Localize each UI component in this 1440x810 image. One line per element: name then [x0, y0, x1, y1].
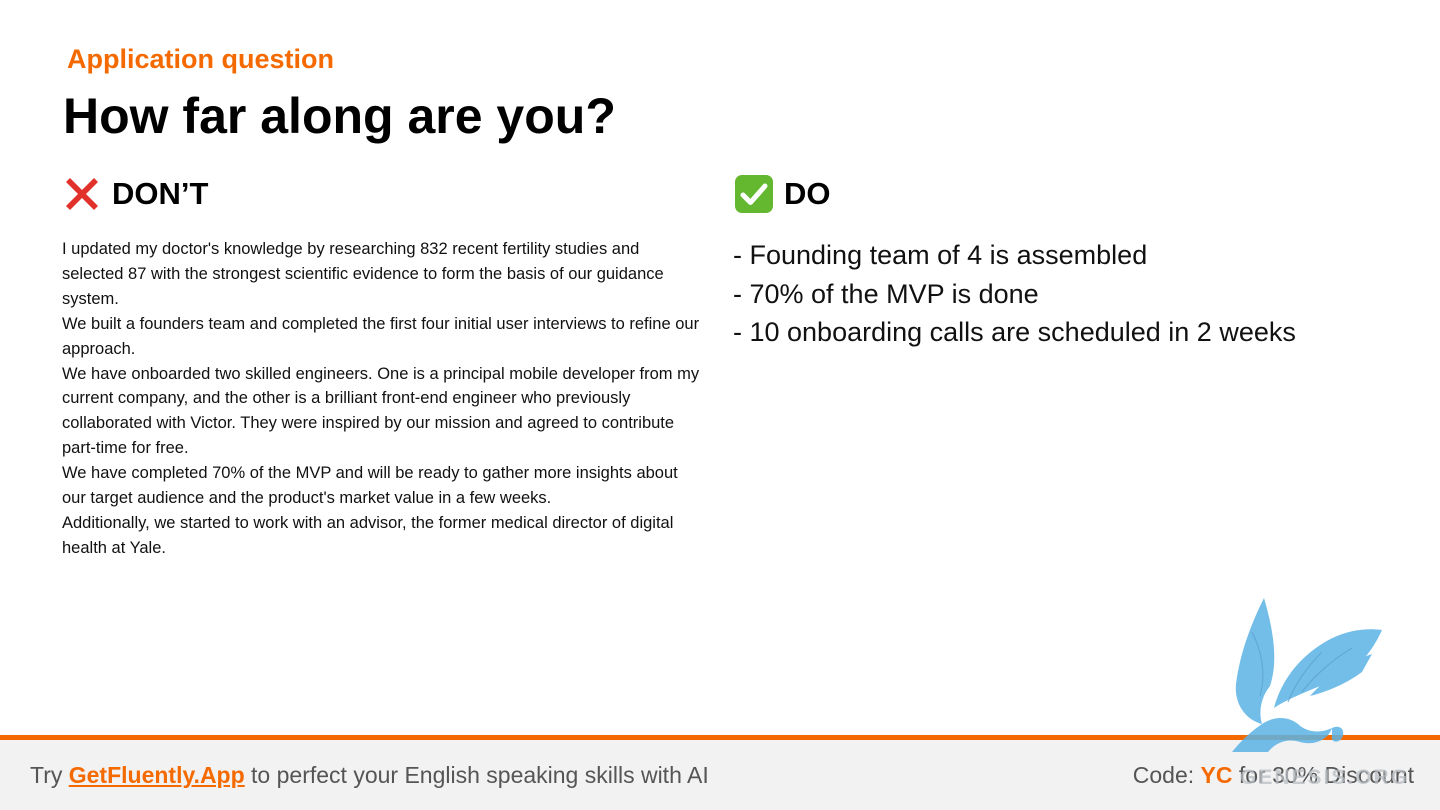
dont-paragraph: I updated my doctor's knowledge by resea…: [62, 240, 664, 308]
list-item: - 10 onboarding calls are scheduled in 2…: [733, 317, 1296, 347]
getfluently-link[interactable]: GetFluently.App: [69, 762, 245, 788]
do-heading: DO: [734, 172, 831, 216]
discount-code: YC: [1200, 762, 1233, 788]
do-heading-label: DO: [784, 176, 831, 211]
footer-suffix: to perfect your English speaking skills …: [244, 762, 709, 788]
dont-paragraph: We have completed 70% of the MVP and wil…: [62, 464, 678, 508]
dont-example-text: I updated my doctor's knowledge by resea…: [62, 237, 702, 561]
dont-paragraph: We have onboarded two skilled engineers.…: [62, 364, 700, 458]
footer-promo: Try GetFluently.App to perfect your Engl…: [30, 760, 709, 790]
dont-heading: DON’T: [62, 172, 208, 216]
dont-paragraph: Additionally, we started to work with an…: [62, 513, 674, 557]
do-list: - Founding team of 4 is assembled - 70% …: [733, 236, 1393, 352]
check-mark-icon: [734, 174, 774, 214]
cross-mark-icon: [62, 174, 102, 214]
list-item: - Founding team of 4 is assembled: [733, 240, 1148, 270]
list-item: - 70% of the MVP is done: [733, 278, 1039, 309]
griffin-logo-icon: [1222, 592, 1392, 762]
footer-prefix: Try: [30, 762, 69, 788]
code-prefix: Code:: [1132, 762, 1201, 788]
dont-paragraph: We built a founders team and completed t…: [62, 314, 700, 358]
watermark-text: GENESIS.ORG: [1240, 766, 1410, 789]
dont-heading-label: DON’T: [112, 176, 209, 211]
slide: Application question How far along are y…: [0, 0, 1440, 810]
section-kicker: Application question: [67, 44, 334, 74]
page-title: How far along are you?: [63, 88, 616, 144]
